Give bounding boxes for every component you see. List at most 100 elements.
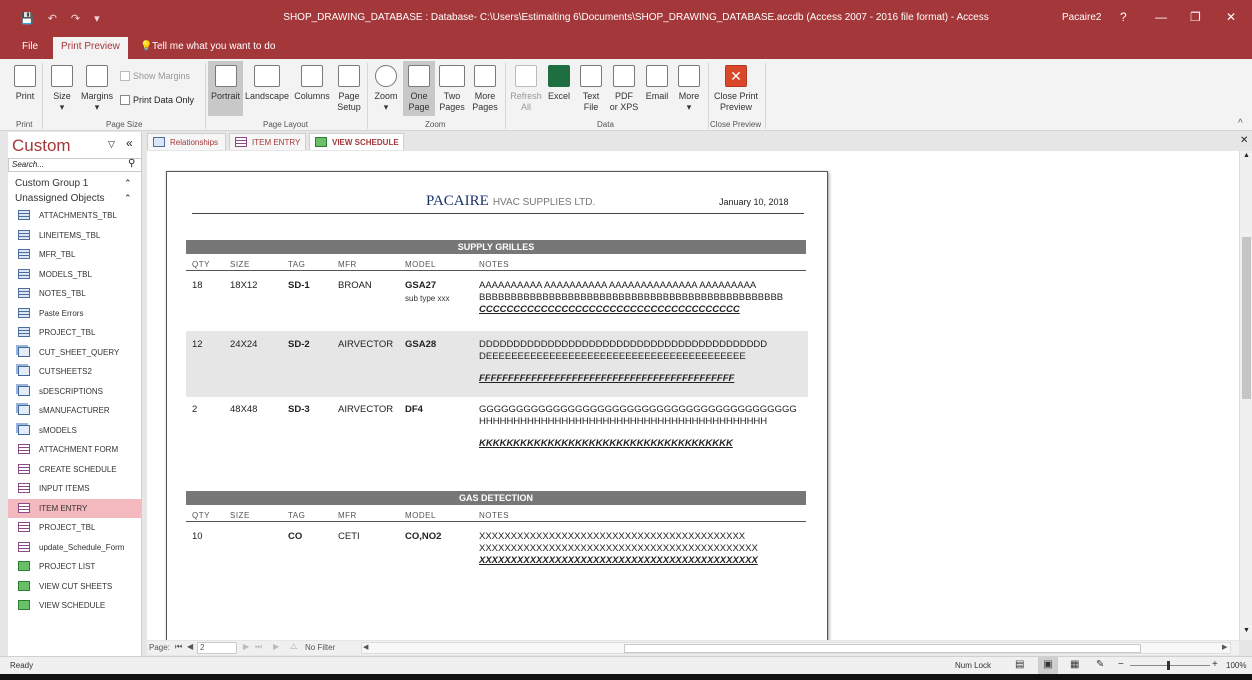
nav-item-smodels[interactable]: sMODELS [8, 421, 141, 440]
page-number-input[interactable]: 2 [197, 642, 237, 654]
nav-item-attachment-form[interactable]: ATTACHMENT FORM [8, 440, 141, 459]
columns-button[interactable]: Columns [292, 65, 332, 102]
minimize-icon[interactable]: — [1155, 10, 1167, 24]
margins-button[interactable]: Margins ▾ [79, 65, 115, 113]
one-page-label-1: One [410, 91, 428, 101]
nav-item-label: PROJECT_TBL [39, 328, 96, 337]
export-text-file-button[interactable]: Text File [577, 65, 605, 113]
horizontal-scrollbar[interactable]: ◀ ▶ [361, 642, 1231, 654]
more-pages-label-1: More [474, 91, 496, 101]
next-page-icon[interactable]: ▶ [243, 642, 249, 651]
zoom-in-icon[interactable]: + [1212, 659, 1218, 670]
zoom-slider[interactable] [1130, 661, 1210, 670]
tell-me-search[interactable]: Tell me what you want to do [152, 37, 275, 59]
cell-qty: 18 [192, 280, 203, 291]
design-view-icon[interactable]: ✎ [1096, 659, 1104, 670]
size-button[interactable]: Size ▾ [48, 65, 76, 113]
num-lock-indicator: Num Lock [955, 661, 992, 670]
user-name[interactable]: Pacaire2 [1062, 12, 1101, 23]
form-icon [18, 522, 30, 532]
scroll-right-icon[interactable]: ▶ [1222, 643, 1227, 651]
nav-item-cutsheets2[interactable]: CUTSHEETS2 [8, 362, 141, 381]
tab-file[interactable]: File [22, 37, 38, 59]
nav-item-project-list[interactable]: PROJECT LIST [8, 557, 141, 576]
collapse-group-icon[interactable]: ⌃ [124, 178, 132, 189]
close-tab-icon[interactable]: ✕ [1240, 135, 1248, 146]
scroll-up-icon[interactable]: ▲ [1243, 152, 1250, 159]
nav-item-attachments-tbl[interactable]: ATTACHMENTS_TBL [8, 206, 141, 225]
nav-item-models-tbl[interactable]: MODELS_TBL [8, 265, 141, 284]
scroll-left-icon[interactable]: ◀ [363, 643, 368, 651]
nav-item-update-schedule-form[interactable]: update_Schedule_Form [8, 538, 141, 557]
zoom-level[interactable]: 100% [1226, 661, 1246, 670]
nav-item-project-tbl[interactable]: PROJECT_TBL [8, 518, 141, 537]
filter-status[interactable]: No Filter [305, 643, 335, 652]
restore-icon[interactable]: ❐ [1190, 10, 1201, 24]
nav-title[interactable]: Custom [12, 136, 71, 156]
nav-group-unassigned[interactable]: Unassigned Objects [15, 193, 105, 204]
horizontal-scroll-thumb[interactable] [624, 644, 1141, 653]
zoom-out-icon[interactable]: − [1118, 659, 1124, 670]
nav-item-sdescriptions[interactable]: sDESCRIPTIONS [8, 382, 141, 401]
nav-item-notes-tbl[interactable]: NOTES_TBL [8, 284, 141, 303]
shutter-bar-icon[interactable]: « [126, 136, 133, 150]
tab-relationships[interactable]: Relationships [147, 133, 226, 150]
search-icon[interactable]: ⚲ [128, 158, 135, 169]
portrait-label: Portrait [210, 91, 240, 101]
show-margins-checkbox[interactable]: Show Margins [120, 71, 190, 81]
nav-item-view-schedule[interactable]: VIEW SCHEDULE [8, 596, 141, 615]
vertical-scrollbar[interactable]: ▲ ▼ [1239, 151, 1252, 640]
nav-item-create-schedule[interactable]: CREATE SCHEDULE [8, 460, 141, 479]
print-preview-view-icon[interactable]: ▣ [1038, 657, 1058, 674]
print-data-only-checkbox[interactable]: Print Data Only [120, 95, 194, 105]
group-separator [205, 63, 206, 129]
nav-item-paste-errors[interactable]: Paste Errors [8, 304, 141, 323]
page-setup-button[interactable]: Page Setup [334, 65, 364, 113]
filter-icon[interactable]: ⧍ [290, 642, 297, 652]
cell-note-2: BBBBBBBBBBBBBBBBBBBBBBBBBBBBBBBBBBBBBBBB… [479, 292, 784, 303]
nav-item-input-items[interactable]: INPUT ITEMS [8, 479, 141, 498]
nav-item-view-cut-sheets[interactable]: VIEW CUT SHEETS [8, 577, 141, 596]
one-page-button[interactable]: One Page [403, 61, 435, 116]
zoom-slider-knob[interactable] [1167, 661, 1170, 670]
nav-dropdown-icon[interactable]: ▽ [108, 139, 115, 150]
email-button[interactable]: Email [642, 65, 672, 102]
nav-item-mfr-tbl[interactable]: MFR_TBL [8, 245, 141, 264]
first-page-icon[interactable]: ⏮ [175, 642, 182, 652]
prev-page-icon[interactable]: ◀ [187, 642, 193, 651]
layout-view-icon[interactable]: ▦ [1070, 659, 1079, 670]
zoom-button[interactable]: Zoom ▾ [371, 65, 401, 113]
tab-view-schedule[interactable]: VIEW SCHEDULE [309, 133, 404, 150]
collapse-group-icon[interactable]: ⌃ [124, 193, 132, 204]
nav-item-smanufacturer[interactable]: sMANUFACTURER [8, 401, 141, 420]
last-page-icon[interactable]: ⏭ [255, 642, 262, 652]
new-record-icon[interactable]: ▶ [273, 642, 279, 651]
landscape-button[interactable]: Landscape [244, 65, 290, 102]
tab-item-entry[interactable]: ITEM ENTRY [229, 133, 306, 150]
more-export-button[interactable]: More ▾ [674, 65, 704, 113]
report-view-icon[interactable]: ▤ [1015, 659, 1024, 670]
export-excel-button[interactable]: Excel [545, 65, 573, 102]
nav-item-item-entry[interactable]: ITEM ENTRY [8, 498, 141, 518]
portrait-icon [214, 65, 237, 87]
more-pages-button[interactable]: More Pages [469, 65, 501, 113]
tab-print-preview[interactable]: Print Preview [53, 37, 128, 59]
help-button[interactable]: ? [1120, 10, 1127, 24]
nav-item-lineitems-tbl[interactable]: LINEITEMS_TBL [8, 226, 141, 245]
close-window-icon[interactable]: ✕ [1226, 10, 1236, 24]
export-pdf-button[interactable]: PDF or XPS [607, 65, 641, 113]
nav-item-cut-sheet-query[interactable]: CUT_SHEET_QUERY [8, 343, 141, 362]
scroll-down-icon[interactable]: ▼ [1243, 627, 1250, 634]
nav-item-label: MFR_TBL [39, 250, 76, 259]
print-button[interactable]: Print [10, 65, 40, 102]
refresh-all-button[interactable]: Refresh All [509, 65, 543, 113]
nav-item-project-tbl[interactable]: PROJECT_TBL [8, 323, 141, 342]
vertical-scroll-thumb[interactable] [1242, 237, 1251, 399]
nav-group-custom[interactable]: Custom Group 1 [15, 178, 88, 189]
close-print-preview-button[interactable]: ✕ Close Print Preview [711, 65, 761, 113]
collapse-ribbon-icon[interactable]: ^ [1238, 118, 1243, 129]
nav-search-input[interactable]: Search... [8, 158, 142, 172]
print-label: Print [15, 91, 35, 101]
two-pages-button[interactable]: Two Pages [436, 65, 468, 113]
portrait-button[interactable]: Portrait [208, 61, 243, 116]
